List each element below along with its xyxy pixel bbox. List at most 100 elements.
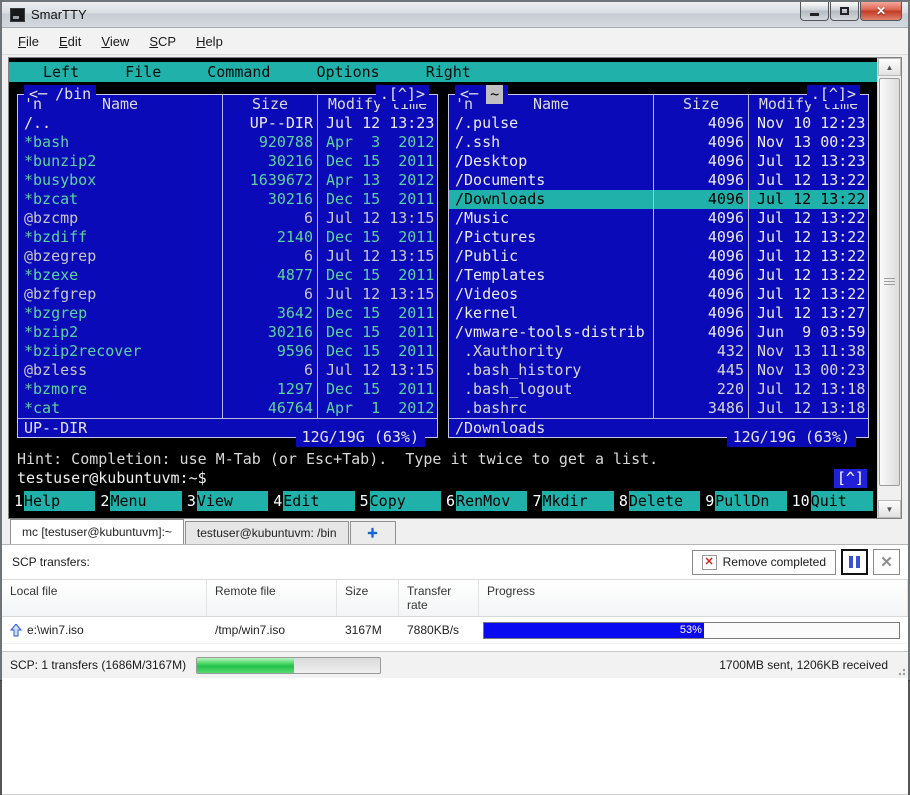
- pause-transfers-button[interactable]: [841, 549, 868, 575]
- file-name: @bzfgrep: [18, 285, 222, 304]
- terminal-scrollbar[interactable]: ▲ ▼: [877, 58, 901, 518]
- remove-completed-button[interactable]: ✕ Remove completed: [692, 550, 836, 575]
- mc-menu-item[interactable]: Options: [316, 62, 379, 82]
- file-row[interactable]: .bash_history 445 Nov 13 00:23: [449, 361, 868, 380]
- file-row[interactable]: @bzfgrep 6 Jul 12 13:15: [18, 285, 437, 304]
- function-key[interactable]: 6 RenMov: [445, 491, 527, 511]
- scrollbar-down-button[interactable]: ▼: [878, 500, 901, 518]
- pause-icon: [856, 556, 860, 568]
- file-row[interactable]: .bash_logout 220 Jul 12 13:18: [449, 380, 868, 399]
- file-row[interactable]: /Videos 4096 Jul 12 13:22: [449, 285, 868, 304]
- right-panel-corner-controls[interactable]: .[^]>: [807, 85, 860, 104]
- file-row[interactable]: /.pulse 4096 Nov 10 12:23: [449, 114, 868, 133]
- function-key[interactable]: 5 Copy: [359, 491, 441, 511]
- file-name: *bzmore: [18, 380, 222, 399]
- function-key[interactable]: 2 Menu: [99, 491, 181, 511]
- file-row[interactable]: @bzless 6 Jul 12 13:15: [18, 361, 437, 380]
- transfers-column-header[interactable]: Size: [337, 580, 399, 616]
- mc-menu-item[interactable]: Command: [207, 62, 270, 82]
- file-row[interactable]: *bzdiff 2140 Dec 15 2011: [18, 228, 437, 247]
- file-modify-time: Dec 15 2011: [317, 190, 437, 209]
- window-title: SmarTTY: [31, 7, 87, 22]
- file-size: 4096: [653, 247, 748, 266]
- file-name: *cat: [18, 399, 222, 418]
- file-row[interactable]: @bzegrep 6 Jul 12 13:15: [18, 247, 437, 266]
- shell-prompt: testuser@kubuntuvm:~$: [17, 469, 207, 488]
- function-key[interactable]: 10 Quit: [791, 491, 873, 511]
- menu-item[interactable]: File: [8, 30, 49, 53]
- file-row[interactable]: /Templates 4096 Jul 12 13:22: [449, 266, 868, 285]
- file-modify-time: Dec 15 2011: [317, 228, 437, 247]
- file-row[interactable]: @bzcmp 6 Jul 12 13:15: [18, 209, 437, 228]
- session-tab[interactable]: testuser@kubuntuvm: /bin: [185, 521, 349, 544]
- close-button[interactable]: ✕: [860, 2, 902, 21]
- menu-item[interactable]: View: [91, 30, 139, 53]
- file-name: @bzcmp: [18, 209, 222, 228]
- mc-menu-item[interactable]: Left: [43, 62, 79, 82]
- file-size: 1297: [222, 380, 317, 399]
- file-row[interactable]: *bzexe 4877 Dec 15 2011: [18, 266, 437, 285]
- file-row[interactable]: /Pictures 4096 Jul 12 13:22: [449, 228, 868, 247]
- file-row[interactable]: *bzmore 1297 Dec 15 2011: [18, 380, 437, 399]
- file-row[interactable]: *busybox 1639672 Apr 13 2012: [18, 171, 437, 190]
- function-key[interactable]: 4 Edit: [272, 491, 354, 511]
- file-row[interactable]: *bunzip2 30216 Dec 15 2011: [18, 152, 437, 171]
- file-row[interactable]: /Documents 4096 Jul 12 13:22: [449, 171, 868, 190]
- file-row[interactable]: *bzcat 30216 Dec 15 2011: [18, 190, 437, 209]
- file-row[interactable]: /.. UP--DIR Jul 12 13:23: [18, 114, 437, 133]
- maximize-icon: [840, 7, 849, 15]
- new-tab-button[interactable]: +: [350, 521, 396, 544]
- file-modify-time: Dec 15 2011: [317, 304, 437, 323]
- transfers-column-header[interactable]: Progress: [479, 580, 908, 616]
- scroll-top-indicator[interactable]: [^]: [834, 469, 867, 488]
- arrow-down-icon: ▼: [886, 505, 894, 514]
- shell-prompt-line[interactable]: testuser@kubuntuvm:~$ [^]: [9, 469, 877, 488]
- file-row[interactable]: /.ssh 4096 Nov 13 00:23: [449, 133, 868, 152]
- file-modify-time: Jul 12 13:22: [748, 266, 868, 285]
- file-name: .bashrc: [449, 399, 653, 418]
- close-transfers-button[interactable]: ✕: [873, 549, 900, 575]
- session-tab-strip: mc [testuser@kubuntuvm]:~ testuser@kubun…: [2, 519, 908, 545]
- file-row[interactable]: /Downloads 4096 Jul 12 13:22: [449, 190, 868, 209]
- file-row[interactable]: /Music 4096 Jul 12 13:22: [449, 209, 868, 228]
- function-key[interactable]: 1 Help: [13, 491, 95, 511]
- scrollbar-thumb[interactable]: [879, 78, 900, 486]
- function-key-number: 1: [13, 491, 24, 511]
- transfers-column-header[interactable]: Transfer rate: [399, 580, 479, 616]
- transfers-column-header[interactable]: Remote file: [207, 580, 337, 616]
- file-row[interactable]: /Public 4096 Jul 12 13:22: [449, 247, 868, 266]
- file-row[interactable]: .Xauthority 432 Nov 13 11:38: [449, 342, 868, 361]
- function-key[interactable]: 3 View: [186, 491, 268, 511]
- maximize-button[interactable]: [830, 2, 859, 21]
- resize-grip[interactable]: [896, 666, 906, 676]
- title-bar[interactable]: SmarTTY ✕: [2, 2, 908, 28]
- function-key[interactable]: 8 Delete: [618, 491, 700, 511]
- file-row[interactable]: /kernel 4096 Jul 12 13:27: [449, 304, 868, 323]
- file-row[interactable]: *bash 920788 Apr 3 2012: [18, 133, 437, 152]
- left-panel-corner-controls[interactable]: .[^]>: [376, 85, 429, 104]
- mc-menu-item[interactable]: File: [125, 62, 161, 82]
- file-row[interactable]: /vmware-tools-distrib 4096 Jun 9 03:59: [449, 323, 868, 342]
- function-key[interactable]: 7 Mkdir: [531, 491, 613, 511]
- function-key-number: 6: [445, 491, 456, 511]
- minimize-button[interactable]: [800, 2, 829, 21]
- menu-item[interactable]: Help: [186, 30, 233, 53]
- function-key[interactable]: 9 PullDn: [704, 491, 786, 511]
- file-row[interactable]: *cat 46764 Apr 1 2012: [18, 399, 437, 418]
- file-row[interactable]: *bzgrep 3642 Dec 15 2011: [18, 304, 437, 323]
- file-row[interactable]: *bzip2recover 9596 Dec 15 2011: [18, 342, 437, 361]
- transfers-column-header[interactable]: Local file: [2, 580, 207, 616]
- terminal-screen[interactable]: Left File Command Options Right <─ /bin: [9, 58, 877, 518]
- menu-item[interactable]: SCP: [139, 30, 186, 53]
- file-modify-time: Apr 1 2012: [317, 399, 437, 418]
- file-row[interactable]: .bashrc 3486 Jul 12 13:18: [449, 399, 868, 418]
- session-tab[interactable]: mc [testuser@kubuntuvm]:~: [10, 519, 184, 544]
- file-row[interactable]: /Desktop 4096 Jul 12 13:23: [449, 152, 868, 171]
- mc-menu-item[interactable]: Right: [426, 62, 471, 82]
- file-row[interactable]: *bzip2 30216 Dec 15 2011: [18, 323, 437, 342]
- menu-item[interactable]: Edit: [49, 30, 91, 53]
- scrollbar-up-button[interactable]: ▲: [878, 58, 901, 76]
- scrollbar-track[interactable]: [878, 76, 901, 500]
- transfer-row[interactable]: e:\win7.iso /tmp/win7.iso 3167M 7880KB/s…: [2, 617, 908, 644]
- file-modify-time: Dec 15 2011: [317, 323, 437, 342]
